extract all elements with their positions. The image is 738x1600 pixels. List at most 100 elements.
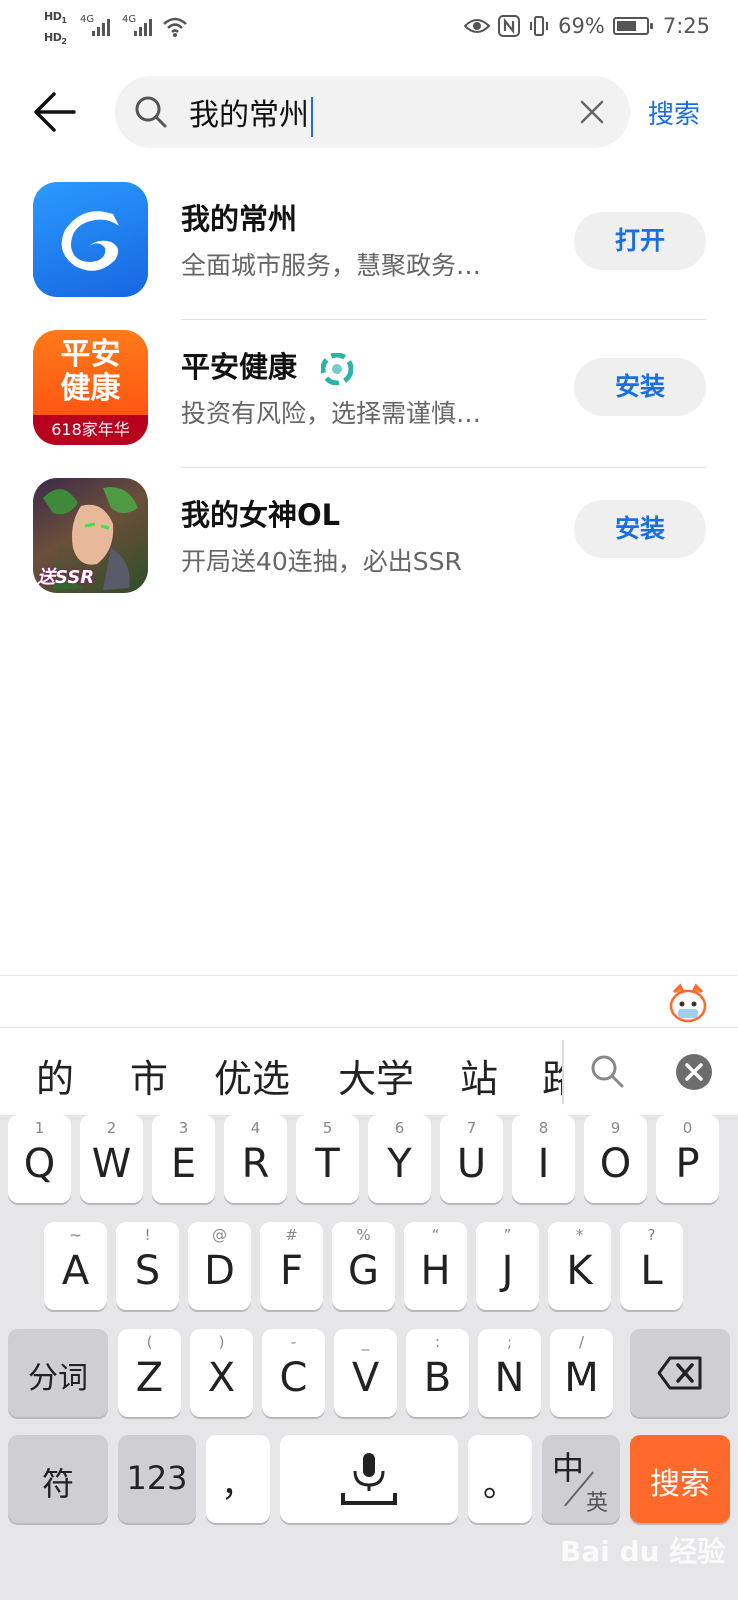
key-r[interactable]: 4R — [224, 1115, 287, 1203]
period-key[interactable]: 。 — [468, 1435, 532, 1523]
assistant-mascot-icon[interactable] — [666, 982, 710, 1026]
backspace-key[interactable] — [630, 1329, 730, 1417]
key-primary-char: T — [315, 1141, 340, 1187]
key-secondary-char: 1 — [34, 1119, 45, 1137]
key-c[interactable]: -C — [262, 1329, 325, 1417]
key-secondary-char: ) — [218, 1333, 225, 1351]
app-description: 开局送40连抽，必出SSR — [181, 547, 462, 576]
key-secondary-char: 0 — [682, 1119, 693, 1137]
key-primary-char: J — [501, 1248, 514, 1294]
search-enter-key[interactable]: 搜索 — [630, 1435, 730, 1523]
icon-text: 送SSR — [37, 567, 95, 588]
key-j[interactable]: ” J — [476, 1222, 539, 1310]
key-s[interactable]: ! S — [116, 1222, 179, 1310]
search-icon[interactable] — [588, 1052, 626, 1090]
key-n[interactable]: ; N — [478, 1329, 541, 1417]
microphone-icon — [341, 1453, 397, 1505]
key-e[interactable]: 3E — [152, 1115, 215, 1203]
close-candidates-icon[interactable] — [674, 1052, 714, 1092]
key-y[interactable]: 6Y — [368, 1115, 431, 1203]
open-button[interactable]: 打开 — [574, 212, 706, 270]
app-description: 全面城市服务，慧聚政务… — [181, 251, 482, 280]
language-switch-key[interactable]: 中 英 — [542, 1435, 620, 1523]
search-query: 我的常州 — [189, 90, 313, 137]
keyboard: 1Q2W3E4R5T6Y7U8I9O0P ~ A! S @ D # F% G “H” J * K? L … — [0, 1115, 738, 1600]
key-d[interactable]: @ D — [188, 1222, 251, 1310]
search-button[interactable]: 搜索 — [648, 94, 700, 131]
key-t[interactable]: 5T — [296, 1115, 359, 1203]
segment-key[interactable]: 分词 — [8, 1329, 108, 1417]
app-name: 我的常州 — [181, 202, 298, 236]
key-m[interactable]: / M — [550, 1329, 613, 1417]
space-voice-key[interactable] — [280, 1435, 458, 1523]
key-a[interactable]: ~ A — [44, 1222, 107, 1310]
key-primary-char: Q — [23, 1141, 56, 1187]
result-item-wode-nvshen[interactable]: 送SSR 我的女神OL 开局送40连抽，必出SSR 安装 — [0, 466, 738, 612]
key-secondary-char: “ — [431, 1226, 440, 1244]
key-primary-char: O — [599, 1141, 632, 1187]
key-secondary-char: 3 — [178, 1119, 189, 1137]
back-arrow-icon[interactable] — [30, 86, 82, 138]
install-button[interactable]: 安装 — [574, 358, 706, 416]
clear-icon[interactable] — [578, 98, 606, 126]
candidate-5[interactable]: 站 — [460, 1048, 498, 1103]
key-secondary-char: - — [290, 1333, 297, 1351]
battery-icon — [612, 17, 653, 35]
candidate-6[interactable]: 路 — [542, 1048, 564, 1103]
candidate-3[interactable]: 优选 — [214, 1048, 290, 1103]
wifi-icon — [163, 17, 187, 37]
search-input[interactable]: 我的常州 — [115, 76, 630, 148]
changzhou-logo-icon — [61, 211, 119, 271]
key-primary-char: R — [241, 1141, 270, 1187]
candidate-2[interactable]: 市 — [130, 1048, 168, 1103]
key-primary-char: B — [423, 1355, 452, 1401]
result-item-wode-changzhou[interactable]: 我的常州 全面城市服务，慧聚政务… 打开 — [0, 170, 738, 320]
key-secondary-char: ( — [146, 1333, 153, 1351]
key-l[interactable]: ? L — [620, 1222, 683, 1310]
result-item-pingan-health[interactable]: 平安 健康 618家年华 平安健康 投资有风险，选择需谨慎… 安装 — [0, 318, 738, 468]
key-v[interactable]: _ V — [334, 1329, 397, 1417]
key-u[interactable]: 7U — [440, 1115, 503, 1203]
icon-text: 平安 健康 — [60, 337, 121, 406]
symbol-key[interactable]: 符 — [8, 1435, 108, 1523]
candidate-1[interactable]: 的 — [36, 1048, 74, 1103]
key-q[interactable]: 1Q — [8, 1115, 71, 1203]
app-name: 我的女神OL — [181, 498, 341, 532]
candidate-bar: 的 市 优选 大学 站 路 — [0, 1027, 738, 1115]
key-primary-char: E — [170, 1141, 197, 1187]
install-button[interactable]: 安装 — [574, 500, 706, 558]
app-icon-wode-changzhou[interactable] — [33, 182, 148, 297]
key-primary-char: A — [61, 1248, 90, 1294]
key-primary-char: Y — [387, 1141, 412, 1187]
candidate-4[interactable]: 大学 — [338, 1048, 414, 1103]
key-p[interactable]: 0P — [656, 1115, 719, 1203]
key-z[interactable]: (Z — [118, 1329, 181, 1417]
key-o[interactable]: 9O — [584, 1115, 647, 1203]
key-primary-char: G — [348, 1248, 379, 1294]
key-x[interactable]: ) X — [190, 1329, 253, 1417]
key-secondary-char: 2 — [106, 1119, 117, 1137]
key-k[interactable]: * K — [548, 1222, 611, 1310]
key-b[interactable]: :B — [406, 1329, 469, 1417]
key-primary-char: Z — [135, 1355, 164, 1401]
key-primary-char: K — [566, 1248, 593, 1294]
key-w[interactable]: 2W — [80, 1115, 143, 1203]
key-secondary-char: 9 — [610, 1119, 621, 1137]
key-primary-char: C — [279, 1355, 308, 1401]
key-i[interactable]: 8I — [512, 1115, 575, 1203]
number-key[interactable]: 123 — [118, 1435, 196, 1523]
key-secondary-char: ” — [503, 1226, 512, 1244]
app-icon-pingan-health[interactable]: 平安 健康 618家年华 — [33, 330, 148, 445]
search-icon — [135, 96, 167, 128]
key-g[interactable]: % G — [332, 1222, 395, 1310]
app-icon-wode-nvshen[interactable]: 送SSR — [33, 478, 148, 593]
key-primary-char: I — [537, 1141, 550, 1187]
key-secondary-char: 5 — [322, 1119, 333, 1137]
key-h[interactable]: “H — [404, 1222, 467, 1310]
key-f[interactable]: # F — [260, 1222, 323, 1310]
key-primary-char: S — [134, 1248, 161, 1294]
key-primary-char: D — [204, 1248, 235, 1294]
comma-key[interactable]: ， — [206, 1435, 270, 1523]
key-secondary-char: ! — [144, 1226, 151, 1244]
key-secondary-char: 6 — [394, 1119, 405, 1137]
